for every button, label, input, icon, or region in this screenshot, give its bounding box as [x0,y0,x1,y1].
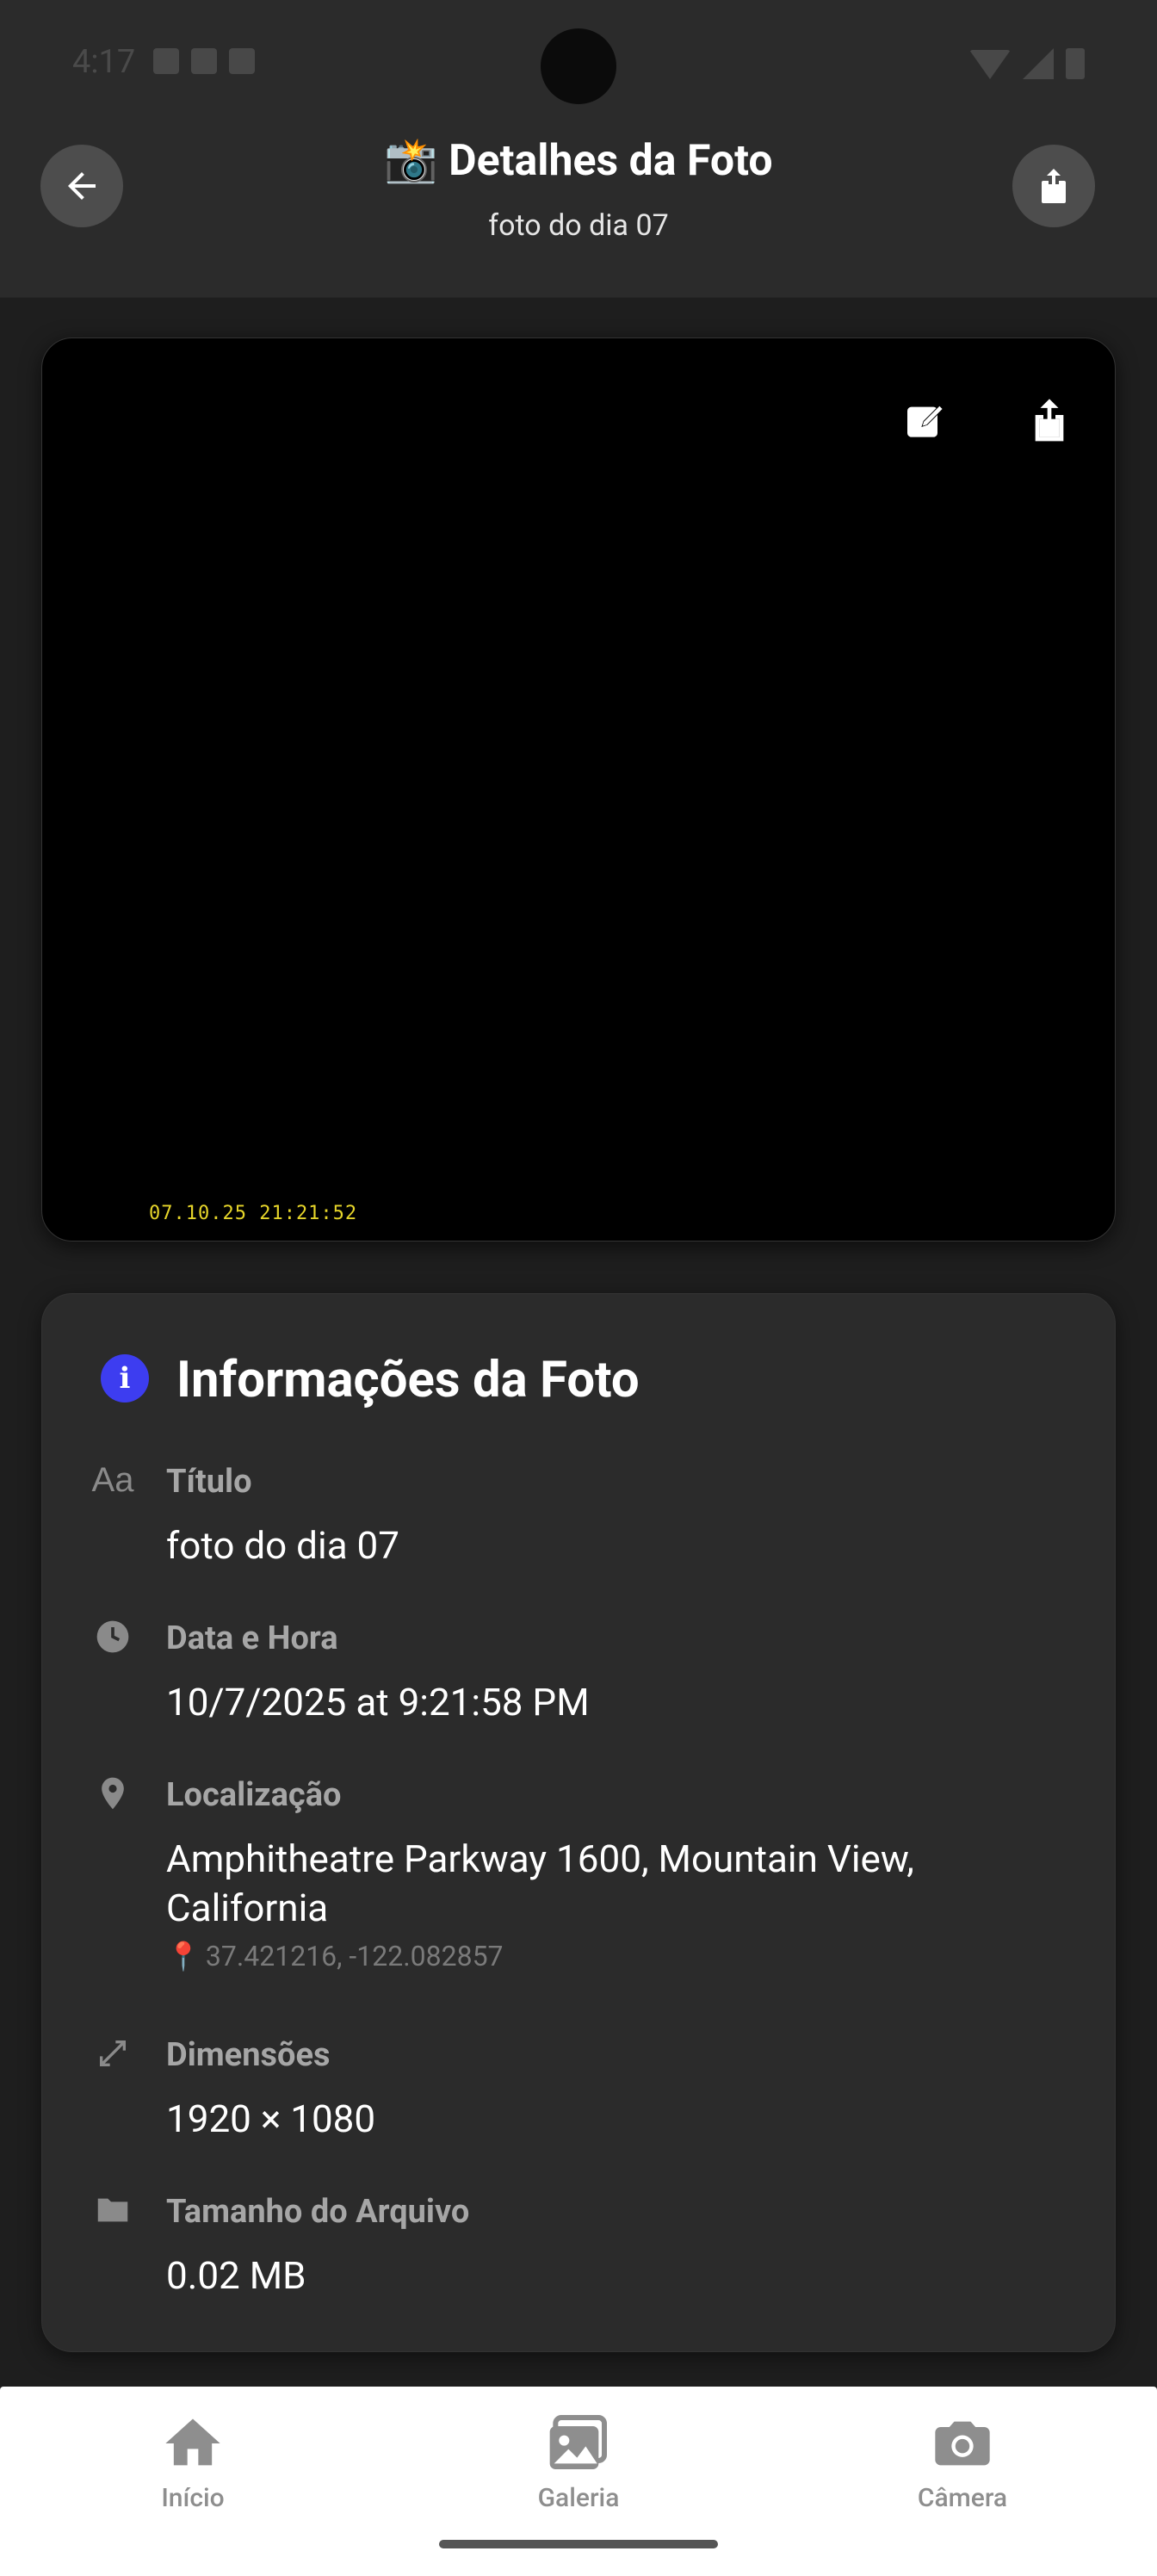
home-indicator[interactable] [439,2540,718,2548]
info-row-value: Amphitheatre Parkway 1600, Mountain View… [166,1836,914,1930]
info-row-value: foto do dia 07 [166,1523,400,1568]
status-bar: 4:17 [0,0,1157,129]
info-row-label: Título [166,1463,252,1501]
info-icon: i [101,1354,149,1403]
location-pin-icon [92,1773,133,1814]
info-row-value: 10/7/2025 at 9:21:58 PM [166,1680,590,1725]
notification-icons [153,48,255,74]
home-icon [158,2409,227,2478]
font-icon [229,48,255,74]
pin-icon: 📍 [166,1940,201,1972]
photo-timestamp-overlay: 07.10.25 21:21:52 [149,1203,358,1224]
info-card-title: Informações da Foto [176,1351,640,1409]
nav-item-camera[interactable]: Câmera [833,2409,1092,2513]
share-icon [1035,399,1064,442]
share-icon [1042,169,1066,203]
folder-icon [92,2189,133,2231]
info-row-label: Localização [166,1776,342,1814]
status-time: 4:17 [72,43,136,81]
camera-icon [928,2409,997,2478]
photo-details-screen: 4:17 📸 Detalhes da Foto foto do dia 07 0… [0,0,1157,2576]
clock-icon [92,1616,133,1657]
edit-photo-button[interactable] [894,390,956,452]
system-icons [969,48,1085,79]
nav-item-home[interactable]: Início [64,2409,322,2513]
app-header: 📸 Detalhes da Foto foto do dia 07 [0,129,1157,298]
coordinates-text: 37.421216, -122.082857 [205,1940,504,1972]
nav-item-label: Início [161,2483,225,2513]
signal-icon [1023,48,1054,79]
nav-item-label: Galeria [537,2483,620,2513]
text-icon: Aa [91,1460,134,1499]
photo-info-card: i Informações da Foto Aa Título foto do … [41,1293,1116,2352]
share-photo-button[interactable] [1018,390,1080,452]
info-row-label: Dimensões [166,2036,331,2074]
shield-icon [153,48,179,74]
edit-icon [907,405,944,437]
expand-icon [92,2033,133,2074]
sd-card-icon [191,48,217,74]
page-title: 📸 Detalhes da Foto [384,136,773,186]
wifi-icon [969,50,1011,79]
share-button[interactable] [1012,145,1095,227]
battery-icon [1066,48,1085,79]
coordinates: 📍 37.421216, -122.082857 [166,1940,504,1972]
page-subtitle: foto do dia 07 [488,208,669,243]
nav-item-label: Câmera [917,2483,1008,2513]
camera-cutout [541,28,616,104]
info-row-value: 1920 × 1080 [166,2096,376,2141]
nav-item-gallery[interactable]: Galeria [449,2409,708,2513]
info-row-label: Data e Hora [166,1619,338,1657]
gallery-icon [544,2409,613,2478]
photo-preview[interactable]: 07.10.25 21:21:52 [41,337,1116,1242]
info-row-value: 0.02 MB [166,2253,306,2298]
info-row-label: Tamanho do Arquivo [166,2193,470,2231]
